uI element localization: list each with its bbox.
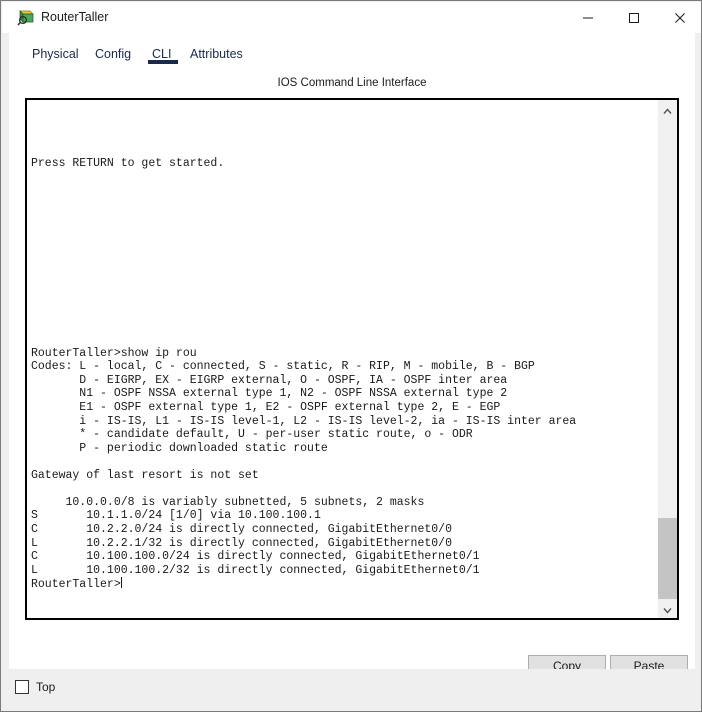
chevron-up-icon	[663, 108, 672, 114]
scroll-down-button[interactable]	[658, 599, 677, 618]
tab-attributes[interactable]: Attributes	[190, 33, 244, 69]
tab-config-label: Config	[95, 47, 132, 61]
text-caret	[120, 577, 122, 589]
window-title: RouterTaller	[41, 10, 109, 24]
cli-section-title: IOS Command Line Interface	[277, 77, 427, 89]
close-button[interactable]	[657, 3, 701, 33]
cli-output-text[interactable]: Press RETURN to get started. RouterTalle…	[31, 103, 653, 617]
scrollbar-thumb[interactable]	[658, 518, 677, 604]
status-bar: Top	[2, 669, 701, 711]
tab-selected-indicator	[148, 60, 178, 64]
tab-cli[interactable]: CLI	[148, 33, 178, 69]
terminal-scrollbar[interactable]	[658, 100, 677, 618]
tab-physical-label: Physical	[32, 47, 79, 61]
tab-physical[interactable]: Physical	[32, 33, 79, 69]
chevron-down-icon	[663, 608, 672, 614]
top-checkbox-label: Top	[36, 680, 56, 694]
cli-prompt: RouterTaller>	[31, 578, 121, 592]
minimize-button[interactable]	[565, 3, 611, 33]
tab-attributes-label: Attributes	[190, 47, 243, 61]
cli-log: Press RETURN to get started. RouterTalle…	[31, 157, 577, 577]
scroll-up-button[interactable]	[658, 100, 677, 119]
minimize-icon	[583, 17, 593, 19]
top-checkbox[interactable]	[15, 680, 29, 694]
title-bar: RouterTaller	[2, 2, 701, 33]
content-panel: Physical Config CLI Attributes IOS Comma…	[9, 33, 695, 677]
router-app-icon	[17, 9, 34, 26]
cli-terminal[interactable]: Press RETURN to get started. RouterTalle…	[25, 98, 679, 620]
scrollbar-track[interactable]	[658, 119, 677, 518]
close-icon	[675, 13, 685, 23]
tab-bar: Physical Config CLI Attributes	[9, 33, 695, 69]
maximize-icon	[629, 13, 639, 23]
tab-cli-label: CLI	[152, 47, 172, 61]
maximize-button[interactable]	[611, 3, 657, 33]
application-window: RouterTaller Physical Config CLI Attribu…	[0, 0, 702, 712]
tab-config[interactable]: Config	[95, 33, 133, 69]
